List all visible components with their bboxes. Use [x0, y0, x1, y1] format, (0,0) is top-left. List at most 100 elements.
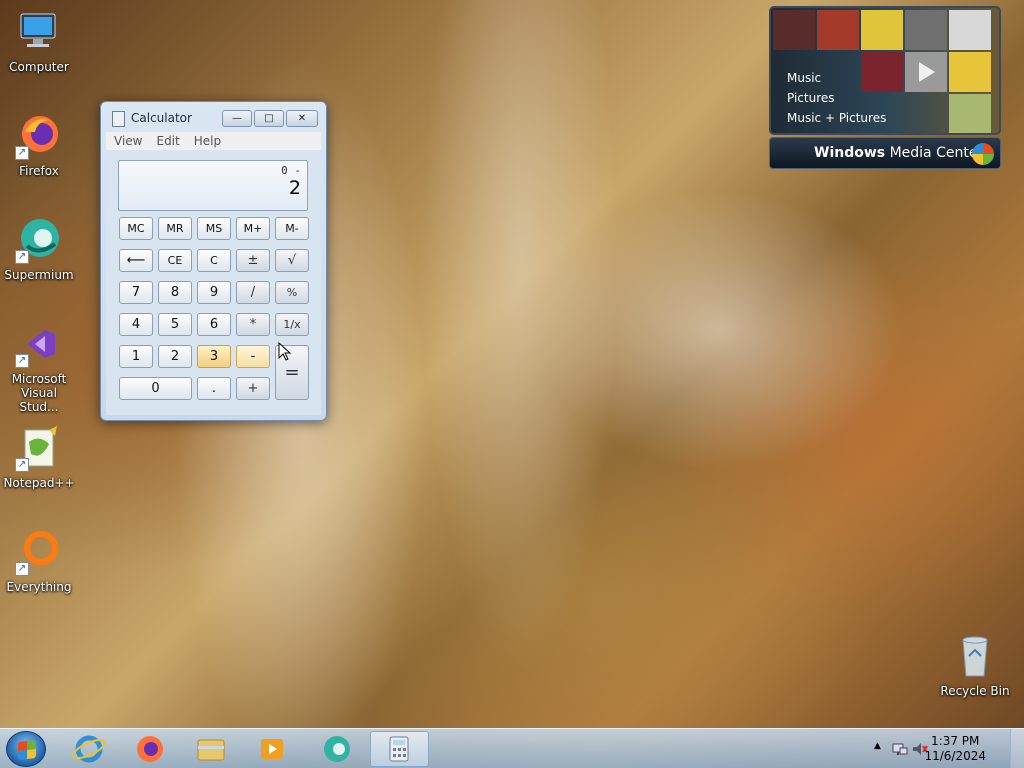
decimal-button[interactable]: . [197, 377, 231, 400]
calculator-body: 0 - 2 MC MR MS M+ M- ⟵ CE C ± √ 7 8 9 / … [106, 150, 321, 415]
calculator-display: 0 - 2 [118, 160, 308, 211]
maximize-button[interactable]: □ [254, 110, 284, 127]
desktop-icon-label: Firefox [19, 164, 59, 178]
taskbar: ▲ 1:37 PM 11/6/2024 [0, 728, 1024, 768]
menu-view[interactable]: View [114, 134, 142, 148]
taskbar-supermium[interactable] [310, 731, 364, 767]
desktop-icon-label: Supermium [4, 268, 74, 282]
calculator-icon [112, 111, 125, 127]
notepadpp-icon: ↗ [15, 424, 63, 472]
show-hidden-icons-button[interactable]: ▲ [874, 741, 881, 751]
ms-button[interactable]: MS [197, 217, 231, 240]
menu-pictures[interactable]: Pictures [787, 88, 886, 108]
result-readout: 2 [288, 177, 301, 199]
backspace-button[interactable]: ⟵ [119, 249, 153, 272]
percent-button[interactable]: % [275, 281, 309, 304]
subtract-button[interactable]: - [236, 345, 270, 368]
desktop-icon-notepadpp[interactable]: ↗ Notepad++ [0, 424, 78, 490]
shortcut-arrow-icon: ↗ [15, 250, 29, 264]
mplus-button[interactable]: M+ [236, 217, 270, 240]
multiply-button[interactable]: * [236, 313, 270, 336]
sqrt-button[interactable]: √ [275, 249, 309, 272]
windows-logo-icon [972, 143, 994, 165]
menu-music[interactable]: Music [787, 68, 886, 88]
shortcut-arrow-icon: ↗ [15, 146, 29, 160]
show-desktop-button[interactable] [1010, 729, 1024, 768]
key-1[interactable]: 1 [119, 345, 153, 368]
supermium-icon [324, 736, 350, 762]
recycle-bin-icon [951, 632, 999, 680]
desktop-icon-recycle-bin[interactable]: Recycle Bin [936, 632, 1014, 698]
expression-readout: 0 - [281, 164, 301, 177]
media-center-menu: Music Pictures Music + Pictures [787, 68, 886, 128]
start-button[interactable] [6, 731, 46, 767]
taskbar-ie[interactable] [62, 731, 116, 767]
shortcut-arrow-icon: ↗ [15, 458, 29, 472]
key-3[interactable]: 3 [197, 345, 231, 368]
menu-bar: View Edit Help [106, 132, 321, 150]
desktop-icon-label: Microsoft Visual Stud... [11, 372, 67, 414]
media-tile [949, 52, 991, 92]
desktop-icon-supermium[interactable]: ↗ Supermium [0, 216, 78, 282]
mr-button[interactable]: MR [158, 217, 192, 240]
taskbar-media-player[interactable] [245, 731, 299, 767]
key-6[interactable]: 6 [197, 313, 231, 336]
firefox-icon [137, 736, 163, 762]
media-tile [949, 10, 991, 50]
menu-music-pictures[interactable]: Music + Pictures [787, 108, 886, 128]
mminus-button[interactable]: M- [275, 217, 309, 240]
mouse-cursor-icon [278, 342, 292, 361]
windows-flag-icon [18, 740, 36, 760]
plus-minus-button[interactable]: ± [236, 249, 270, 272]
desktop-icon-computer[interactable]: Computer [0, 8, 78, 74]
desktop-icon-label: Recycle Bin [940, 684, 1010, 698]
clock-time: 1:37 PM [931, 734, 980, 748]
desktop-icon-label: Computer [9, 60, 69, 74]
reciprocal-button[interactable]: 1/x [275, 313, 309, 336]
brand-bold: Windows [814, 145, 886, 161]
key-4[interactable]: 4 [119, 313, 153, 336]
desktop-icon-visual-studio[interactable]: ↗ Microsoft Visual Stud... [0, 320, 78, 414]
clock[interactable]: 1:37 PM 11/6/2024 [924, 734, 986, 764]
menu-help[interactable]: Help [194, 134, 221, 148]
visual-studio-icon: ↗ [15, 320, 63, 368]
desktop-icon-everything[interactable]: ↗ Everything [0, 528, 78, 594]
minimize-button[interactable]: — [222, 110, 252, 127]
close-button[interactable]: ✕ [286, 110, 318, 127]
taskbar-firefox[interactable] [123, 731, 177, 767]
computer-icon [15, 8, 63, 56]
key-8[interactable]: 8 [158, 281, 192, 304]
media-tiles[interactable]: Music Pictures Music + Pictures [769, 6, 1001, 135]
play-icon [905, 52, 947, 92]
add-button[interactable]: + [236, 377, 270, 400]
desktop-icon-firefox[interactable]: ↗ Firefox [0, 112, 78, 178]
mc-button[interactable]: MC [119, 217, 153, 240]
internet-explorer-icon [72, 735, 106, 763]
key-2[interactable]: 2 [158, 345, 192, 368]
key-7[interactable]: 7 [119, 281, 153, 304]
clock-date: 11/6/2024 [924, 749, 986, 763]
key-0[interactable]: 0 [119, 377, 192, 400]
desktop-icon-label: Notepad++ [3, 476, 75, 490]
calculator-titlebar[interactable]: Calculator — □ ✕ [101, 102, 326, 132]
window-title: Calculator [131, 111, 192, 125]
taskbar-explorer[interactable] [184, 731, 238, 767]
calculator-icon [389, 736, 409, 762]
taskbar-calculator[interactable] [370, 731, 429, 767]
divide-button[interactable]: / [236, 281, 270, 304]
shortcut-arrow-icon: ↗ [15, 354, 29, 368]
media-center-gadget[interactable]: Music Pictures Music + Pictures Windows … [769, 6, 1001, 170]
key-9[interactable]: 9 [197, 281, 231, 304]
ce-button[interactable]: CE [158, 249, 192, 272]
clear-button[interactable]: C [197, 249, 231, 272]
media-center-brand-bar[interactable]: Windows Media Center [769, 137, 1001, 169]
everything-icon: ↗ [15, 528, 63, 576]
folder-icon [197, 739, 225, 761]
key-5[interactable]: 5 [158, 313, 192, 336]
calculator-window[interactable]: Calculator — □ ✕ View Edit Help 0 - 2 MC M… [100, 101, 327, 421]
media-tile [861, 10, 903, 50]
media-tile [905, 10, 947, 50]
media-tile [773, 10, 815, 50]
menu-edit[interactable]: Edit [156, 134, 179, 148]
network-icon[interactable] [892, 741, 908, 757]
